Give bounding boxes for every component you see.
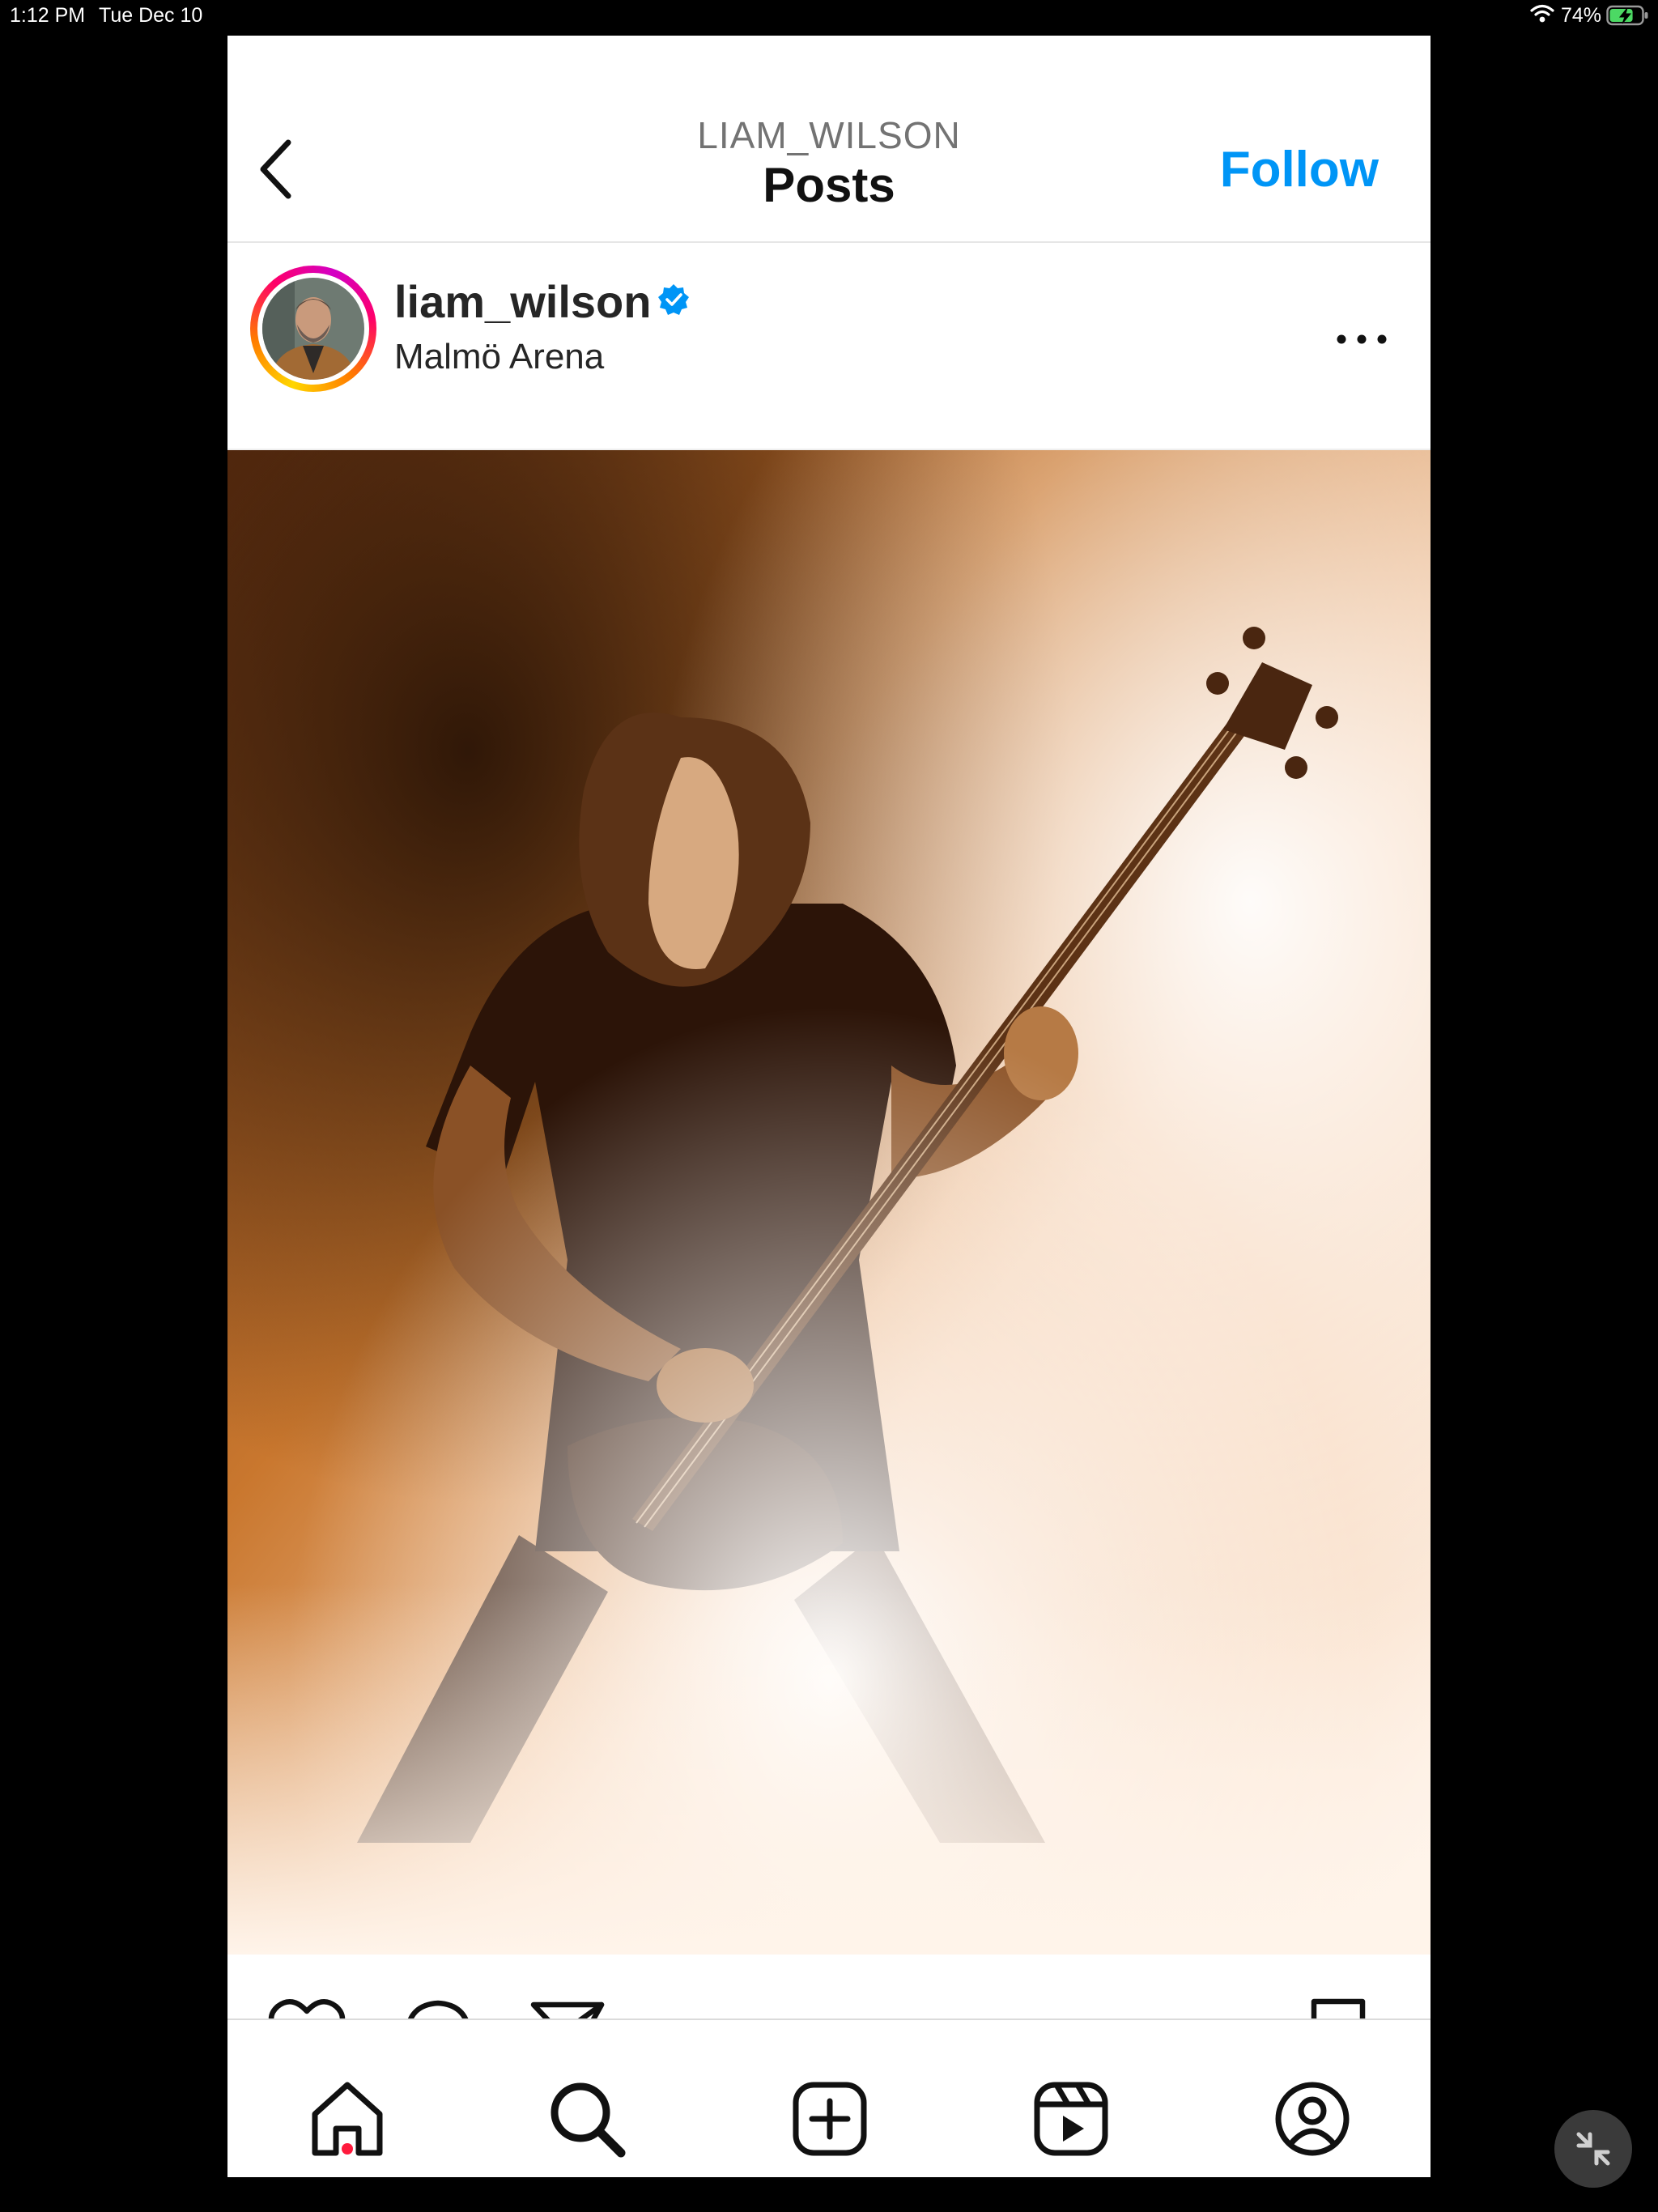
post-header: liam_wilson Malmö Arena	[227, 243, 1431, 450]
tab-search[interactable]	[546, 2078, 627, 2159]
exit-fullscreen-button[interactable]	[1554, 2110, 1632, 2188]
reels-icon	[1034, 2082, 1108, 2156]
profile-icon	[1275, 2082, 1350, 2156]
tab-profile[interactable]	[1272, 2078, 1353, 2159]
bottom-tab-bar	[227, 2018, 1431, 2177]
notification-dot	[342, 2143, 353, 2155]
battery-percentage: 74%	[1561, 4, 1602, 27]
status-date: Tue Dec 10	[99, 4, 203, 27]
post-location[interactable]: Malmö Arena	[394, 337, 604, 377]
minimize-icon	[1576, 2132, 1610, 2166]
verified-badge-icon	[657, 283, 690, 320]
status-bar: 1:12 PM Tue Dec 10 74%	[0, 0, 1658, 32]
wifi-icon	[1530, 3, 1554, 30]
more-options-button[interactable]	[1332, 319, 1392, 359]
top-navigation-bar: LIAM_WILSON Posts Follow	[227, 36, 1431, 243]
more-icon	[1337, 334, 1387, 344]
status-time: 1:12 PM	[10, 4, 86, 27]
tab-reels[interactable]	[1031, 2078, 1112, 2159]
follow-button[interactable]: Follow	[1220, 141, 1379, 198]
search-icon	[551, 2082, 626, 2158]
story-ring[interactable]	[250, 266, 376, 392]
post-image[interactable]	[227, 450, 1431, 1955]
battery-charging-icon	[1606, 5, 1650, 32]
instagram-app: LIAM_WILSON Posts Follow liam_wilson Mal…	[227, 36, 1431, 2177]
post-photo	[227, 450, 1431, 1955]
post-username[interactable]: liam_wilson	[394, 275, 651, 328]
avatar[interactable]	[257, 273, 369, 385]
tab-create[interactable]	[789, 2078, 870, 2159]
create-icon	[793, 2082, 867, 2156]
